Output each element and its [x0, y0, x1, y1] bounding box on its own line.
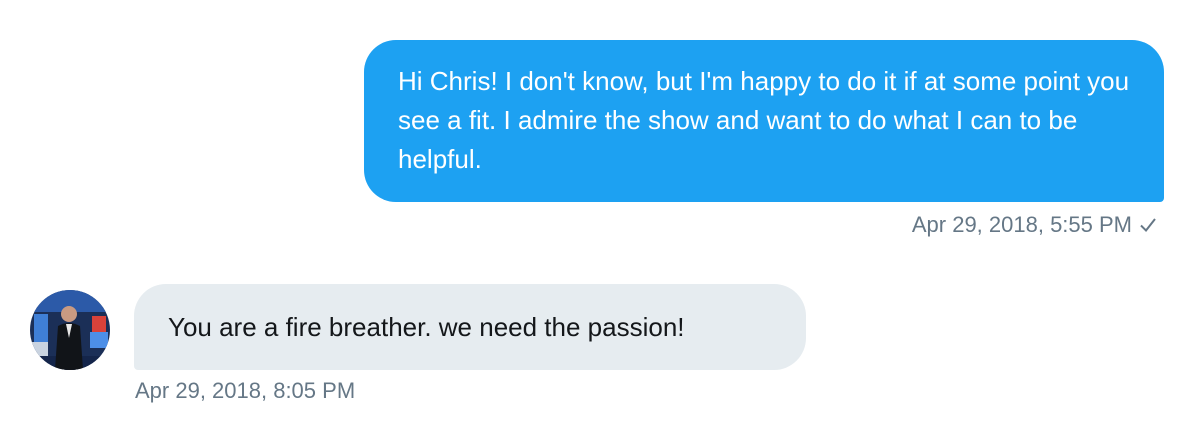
received-message-meta: Apr 29, 2018, 8:05 PM	[135, 376, 355, 406]
received-message-bubble[interactable]: You are a fire breather. we need the pas…	[134, 284, 806, 370]
received-message-timestamp: Apr 29, 2018, 8:05 PM	[135, 378, 356, 403]
received-message-text: You are a fire breather. we need the pas…	[168, 311, 685, 342]
sent-message-text: Hi Chris! I don't know, but I'm happy to…	[398, 66, 1130, 174]
avatar[interactable]	[30, 290, 110, 370]
check-icon	[1138, 215, 1158, 235]
sent-message-timestamp: Apr 29, 2018, 5:55 PM	[911, 212, 1132, 237]
sent-message-bubble[interactable]: Hi Chris! I don't know, but I'm happy to…	[364, 40, 1164, 202]
sent-message-meta: Apr 29, 2018, 5:55 PM	[912, 210, 1158, 240]
